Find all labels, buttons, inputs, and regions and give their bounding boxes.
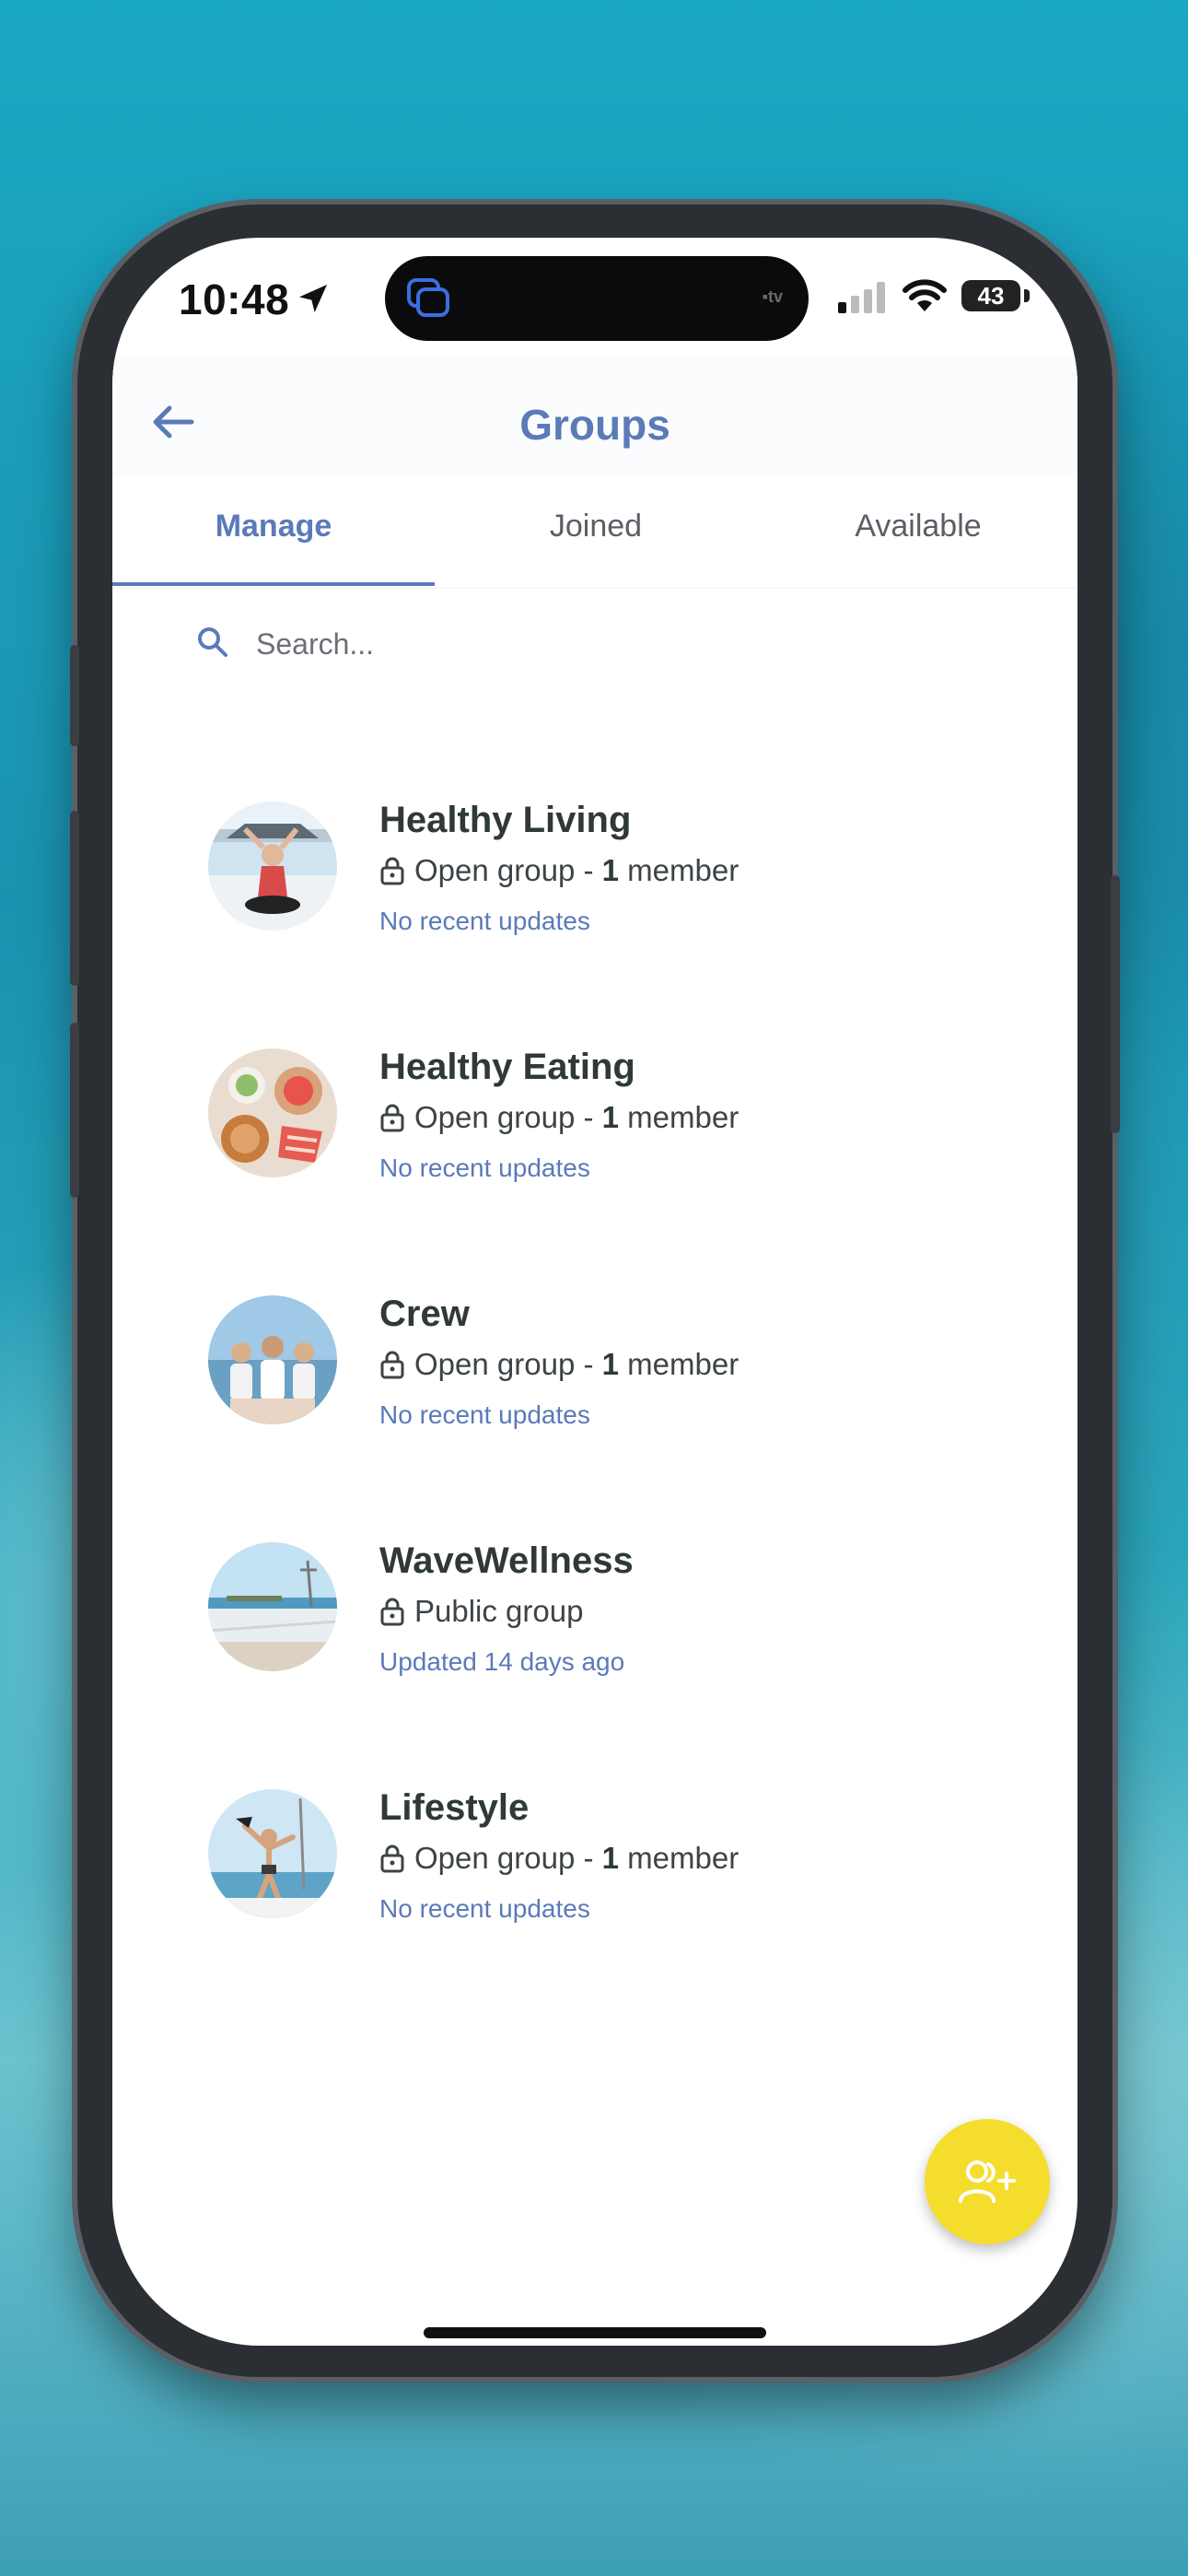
apple-tv-icon: ▪tv bbox=[762, 287, 783, 306]
member-count: 1 bbox=[601, 853, 619, 887]
group-type: Open group bbox=[414, 1841, 576, 1875]
list-item[interactable]: Healthy Eating Open group - 1 member No … bbox=[195, 1028, 1024, 1194]
group-update-status: No recent updates bbox=[379, 907, 590, 935]
battery-indicator: 43 bbox=[961, 280, 1020, 311]
group-update-status: No recent updates bbox=[379, 1400, 590, 1429]
location-arrow-icon bbox=[299, 285, 327, 312]
lock-icon bbox=[380, 1598, 404, 1626]
cellular-signal-icon bbox=[838, 282, 885, 313]
member-count: 1 bbox=[601, 1347, 619, 1381]
list-item[interactable]: Crew Open group - 1 member No recent upd… bbox=[195, 1275, 1024, 1441]
group-meta: Open group - 1 member bbox=[379, 1100, 739, 1135]
wifi-icon bbox=[903, 279, 947, 311]
tab-available[interactable]: Available bbox=[757, 509, 1077, 544]
create-group-button[interactable] bbox=[925, 2119, 1050, 2244]
search-input[interactable] bbox=[254, 615, 903, 673]
member-count: 1 bbox=[601, 1841, 619, 1875]
group-name: Crew bbox=[379, 1294, 470, 1334]
action-button bbox=[70, 645, 79, 746]
list-item[interactable]: WaveWellness Public group Updated 14 day… bbox=[195, 1522, 1024, 1688]
group-type: Public group bbox=[414, 1594, 584, 1628]
member-label: member bbox=[619, 1347, 740, 1381]
group-avatar bbox=[208, 802, 337, 931]
group-update-status: No recent updates bbox=[379, 1153, 590, 1182]
lock-icon bbox=[380, 857, 404, 885]
home-indicator[interactable] bbox=[424, 2327, 766, 2338]
member-label: member bbox=[619, 1100, 740, 1134]
group-meta: Open group - 1 member bbox=[379, 1347, 739, 1382]
group-avatar bbox=[208, 1542, 337, 1671]
search-icon bbox=[198, 627, 227, 657]
member-label: member bbox=[619, 1841, 740, 1875]
page-title: Groups bbox=[519, 401, 670, 449]
tab-bar: Manage Joined Available bbox=[112, 485, 1077, 589]
lock-icon bbox=[380, 1351, 404, 1379]
dynamic-island: ▪tv bbox=[385, 256, 809, 341]
group-meta: Public group bbox=[379, 1594, 583, 1629]
group-meta: Open group - 1 member bbox=[379, 853, 739, 888]
add-group-icon bbox=[959, 2160, 1016, 2203]
meta-separator: - bbox=[575, 1347, 602, 1381]
status-bar: 10:48 ▪tv 43 bbox=[112, 238, 1077, 357]
member-label: member bbox=[619, 853, 740, 887]
app-screen: 10:48 ▪tv 43 Groups Manage Joined Availa… bbox=[112, 238, 1077, 2346]
lock-icon bbox=[380, 1104, 404, 1132]
app-header: Groups bbox=[112, 357, 1077, 477]
status-time: 10:48 bbox=[179, 275, 290, 323]
list-item[interactable]: Healthy Living Open group - 1 member No … bbox=[195, 781, 1024, 947]
group-name: WaveWellness bbox=[379, 1540, 634, 1581]
tab-joined[interactable]: Joined bbox=[435, 509, 757, 544]
group-type: Open group bbox=[414, 853, 576, 887]
tab-manage[interactable]: Manage bbox=[112, 509, 435, 544]
active-tab-indicator bbox=[112, 582, 435, 586]
group-name: Healthy Eating bbox=[379, 1047, 635, 1087]
group-update-status: Updated 14 days ago bbox=[379, 1647, 625, 1676]
group-name: Lifestyle bbox=[379, 1787, 530, 1828]
search-bar bbox=[195, 606, 987, 680]
list-item[interactable]: Lifestyle Open group - 1 member No recen… bbox=[195, 1769, 1024, 1935]
group-type: Open group bbox=[414, 1100, 576, 1134]
group-type: Open group bbox=[414, 1347, 576, 1381]
volume-up-button bbox=[70, 811, 79, 986]
group-avatar bbox=[208, 1295, 337, 1424]
volume-down-button bbox=[70, 1023, 79, 1198]
lock-icon bbox=[380, 1844, 404, 1873]
battery-tip bbox=[1024, 289, 1030, 302]
group-avatar bbox=[208, 1048, 337, 1177]
meta-separator: - bbox=[575, 853, 602, 887]
group-update-status: No recent updates bbox=[379, 1894, 590, 1923]
live-activity-icon bbox=[407, 278, 449, 317]
member-count: 1 bbox=[601, 1100, 619, 1134]
group-avatar bbox=[208, 1789, 337, 1918]
group-name: Healthy Living bbox=[379, 800, 632, 840]
meta-separator: - bbox=[575, 1100, 602, 1134]
group-meta: Open group - 1 member bbox=[379, 1841, 739, 1876]
power-button bbox=[1111, 875, 1120, 1133]
meta-separator: - bbox=[575, 1841, 602, 1875]
